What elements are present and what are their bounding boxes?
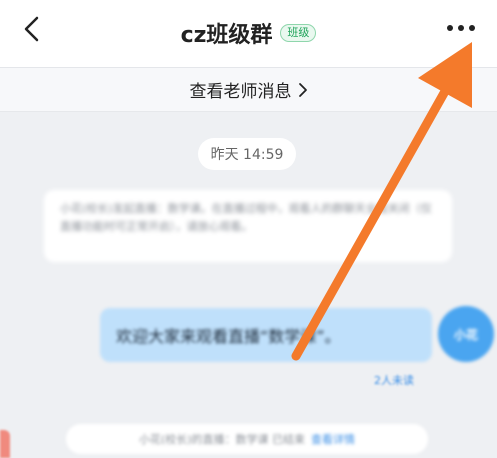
chevron-right-icon bbox=[298, 82, 307, 97]
view-details-link[interactable]: 查看详情 bbox=[311, 431, 355, 447]
class-badge: 班级 bbox=[280, 24, 317, 42]
read-status[interactable]: 2人未读 bbox=[374, 372, 414, 388]
title-group: cz班级群 班级 bbox=[0, 18, 497, 48]
message-bubble[interactable]: 欢迎大家来观看直播“数学课”。 bbox=[100, 308, 432, 362]
live-ended-text: 小花(校长)的直播：数学课 已结束 bbox=[138, 433, 306, 446]
more-button[interactable] bbox=[443, 14, 479, 42]
floating-widget-edge[interactable] bbox=[0, 430, 10, 458]
teacher-messages-label: 查看老师消息 bbox=[189, 82, 292, 102]
more-dots-icon bbox=[447, 25, 475, 31]
view-teacher-messages[interactable]: 查看老师消息 bbox=[0, 68, 497, 112]
avatar[interactable]: 小花 bbox=[438, 306, 494, 362]
message-timestamp: 昨天 14:59 bbox=[198, 138, 296, 170]
system-message: 小花(校长)发起直播：数学课。在直播过程中，观看人的群聊天全程关闭（仅直播功能时… bbox=[44, 190, 452, 262]
chat-header: cz班级群 班级 bbox=[0, 0, 497, 68]
live-ended-notice: 小花(校长)的直播：数学课 已结束 查看详情 bbox=[66, 424, 428, 454]
group-title: cz班级群 bbox=[180, 23, 273, 48]
